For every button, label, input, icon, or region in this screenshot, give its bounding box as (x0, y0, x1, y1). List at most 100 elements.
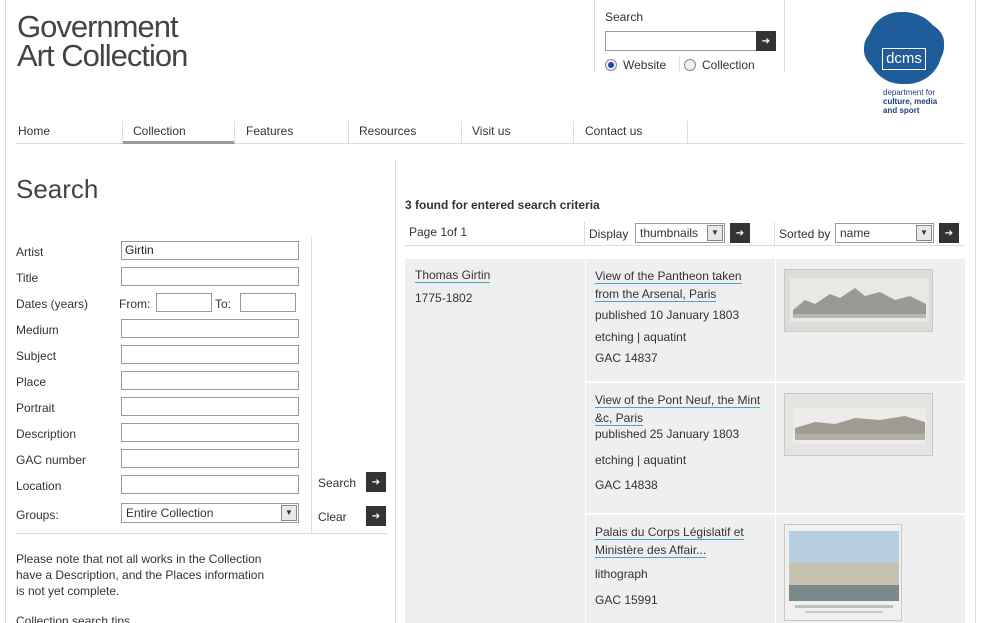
place-row: Place (16, 371, 306, 393)
result-medium: lithograph (595, 567, 648, 581)
medium-label: Medium (16, 323, 59, 337)
search-button-label: Search (318, 476, 357, 490)
sort-label: Sorted by (779, 227, 831, 241)
scope-collection-label: Collection (702, 58, 755, 72)
artist-label: Artist (16, 245, 44, 259)
dates-from-input[interactable] (156, 293, 212, 312)
location-input[interactable] (121, 475, 299, 494)
result-title-link[interactable]: View of the Pantheon taken from the Arse… (595, 269, 742, 302)
result-info: Palais du Corps Législatif et Ministère … (595, 523, 765, 559)
etching-image (785, 394, 932, 455)
result-medium: etching | aquatint (595, 453, 687, 467)
nav-visit-us[interactable]: Visit us (462, 119, 574, 144)
logo-line-1: Government (17, 9, 179, 44)
nav-home[interactable]: Home (16, 119, 123, 144)
dates-label: Dates (years) (16, 297, 89, 311)
result-title-link[interactable]: View of the Pont Neuf, the Mint &c, Pari… (595, 393, 761, 426)
place-label: Place (16, 375, 47, 389)
main-nav: Home Collection Features Resources Visit… (16, 119, 965, 144)
subject-row: Subject (16, 345, 306, 367)
lithograph-image (785, 525, 901, 620)
clear-button[interactable]: Clear ➔ (318, 506, 386, 526)
dcms-tagline-2: culture, media (883, 97, 938, 106)
results-toolbar: Page 1of 1 Display thumbnails ▼ ➔ Sorted… (405, 222, 965, 246)
display-go-button[interactable]: ➔ (730, 223, 750, 243)
subject-input[interactable] (121, 345, 299, 364)
scope-website-radio[interactable]: Website (605, 58, 666, 72)
result-thumbnail[interactable] (784, 269, 933, 332)
result-gac: GAC 14837 (595, 351, 658, 365)
dates-to-label: To: (215, 297, 232, 311)
site-search: Search ➔ Website Collection (594, 0, 785, 72)
site-logo[interactable]: Government Art Collection (17, 9, 188, 73)
result-title-link[interactable]: Palais du Corps Législatif et Ministère … (595, 525, 744, 558)
nav-visit-us-label: Visit us (472, 124, 511, 138)
groups-label: Groups: (16, 508, 59, 522)
scope-website-label: Website (623, 58, 667, 72)
sort-select[interactable]: name ▼ (835, 223, 934, 243)
form-divider (311, 237, 312, 533)
dcms-tagline-1: department for (883, 88, 936, 97)
artist-cell: Thomas Girtin 1775-1802 (405, 259, 585, 623)
medium-row: Medium (16, 319, 306, 341)
site-search-go-button[interactable]: ➔ (756, 31, 776, 51)
nav-collection-label: Collection (133, 124, 186, 138)
search-tips-link[interactable]: Collection search tips (16, 614, 130, 623)
dates-to-input[interactable] (240, 293, 296, 312)
artist-dates: 1775-1802 (415, 291, 473, 305)
result-thumbnail[interactable] (784, 524, 902, 621)
chevron-down-icon: ▼ (707, 225, 723, 241)
portrait-label: Portrait (16, 401, 55, 415)
portrait-input[interactable] (121, 397, 299, 416)
description-label: Description (16, 427, 77, 441)
groups-select-value: Entire Collection (126, 506, 214, 520)
title-row: Title (16, 267, 306, 289)
subject-label: Subject (16, 349, 57, 363)
nav-features[interactable]: Features (235, 119, 349, 144)
scope-collection-radio[interactable]: Collection (684, 58, 755, 72)
dcms-tagline-3: and sport (883, 106, 920, 115)
etching-image (785, 270, 932, 331)
clear-button-label: Clear (318, 510, 347, 524)
dates-from-label: From: (119, 297, 151, 311)
nav-collection[interactable]: Collection (123, 119, 235, 144)
artist-input[interactable]: Girtin (121, 241, 299, 260)
place-input[interactable] (121, 371, 299, 390)
site-search-input[interactable] (605, 31, 757, 51)
clear-go-icon[interactable]: ➔ (366, 506, 386, 526)
dcms-logo[interactable]: dcms department for culture, media and s… (864, 12, 946, 118)
arrow-right-icon: ➔ (735, 227, 745, 239)
arrow-right-icon: ➔ (761, 35, 771, 47)
result-item: View of the Pont Neuf, the Mint &c, Pari… (586, 383, 965, 513)
gac-number-input[interactable] (121, 449, 299, 468)
display-select[interactable]: thumbnails ▼ (635, 223, 725, 243)
result-thumbnail[interactable] (784, 393, 933, 456)
nav-resources-label: Resources (359, 124, 417, 138)
result-divider (775, 259, 776, 381)
nav-contact-us[interactable]: Contact us (574, 119, 688, 144)
page-indicator: Page 1of 1 (409, 225, 468, 239)
results-summary: 3 found for entered search criteria (405, 198, 600, 212)
result-info: View of the Pont Neuf, the Mint &c, Pari… (595, 391, 765, 427)
result-gac: GAC 14838 (595, 478, 658, 492)
sort-go-button[interactable]: ➔ (939, 223, 959, 243)
title-input[interactable] (121, 267, 299, 286)
nav-home-label: Home (18, 124, 51, 138)
search-button[interactable]: Search ➔ (318, 472, 386, 492)
description-input[interactable] (121, 423, 299, 442)
search-go-icon[interactable]: ➔ (366, 472, 386, 492)
nav-resources[interactable]: Resources (349, 119, 462, 144)
result-info: View of the Pantheon taken from the Arse… (595, 267, 765, 303)
dcms-tagline: department for culture, media and sport (883, 88, 953, 115)
nav-contact-us-label: Contact us (585, 124, 643, 138)
artist-link[interactable]: Thomas Girtin (415, 268, 491, 283)
column-divider (395, 160, 396, 623)
dcms-mark: dcms (882, 48, 926, 70)
logo-line-2: Art Collection (17, 38, 188, 73)
groups-select[interactable]: Entire Collection ▼ (121, 503, 299, 523)
form-bottom-divider (16, 533, 387, 534)
artist-row: Artist Girtin (16, 241, 306, 263)
medium-input[interactable] (121, 319, 299, 338)
result-item: View of the Pantheon taken from the Arse… (586, 259, 965, 381)
portrait-row: Portrait (16, 397, 306, 419)
